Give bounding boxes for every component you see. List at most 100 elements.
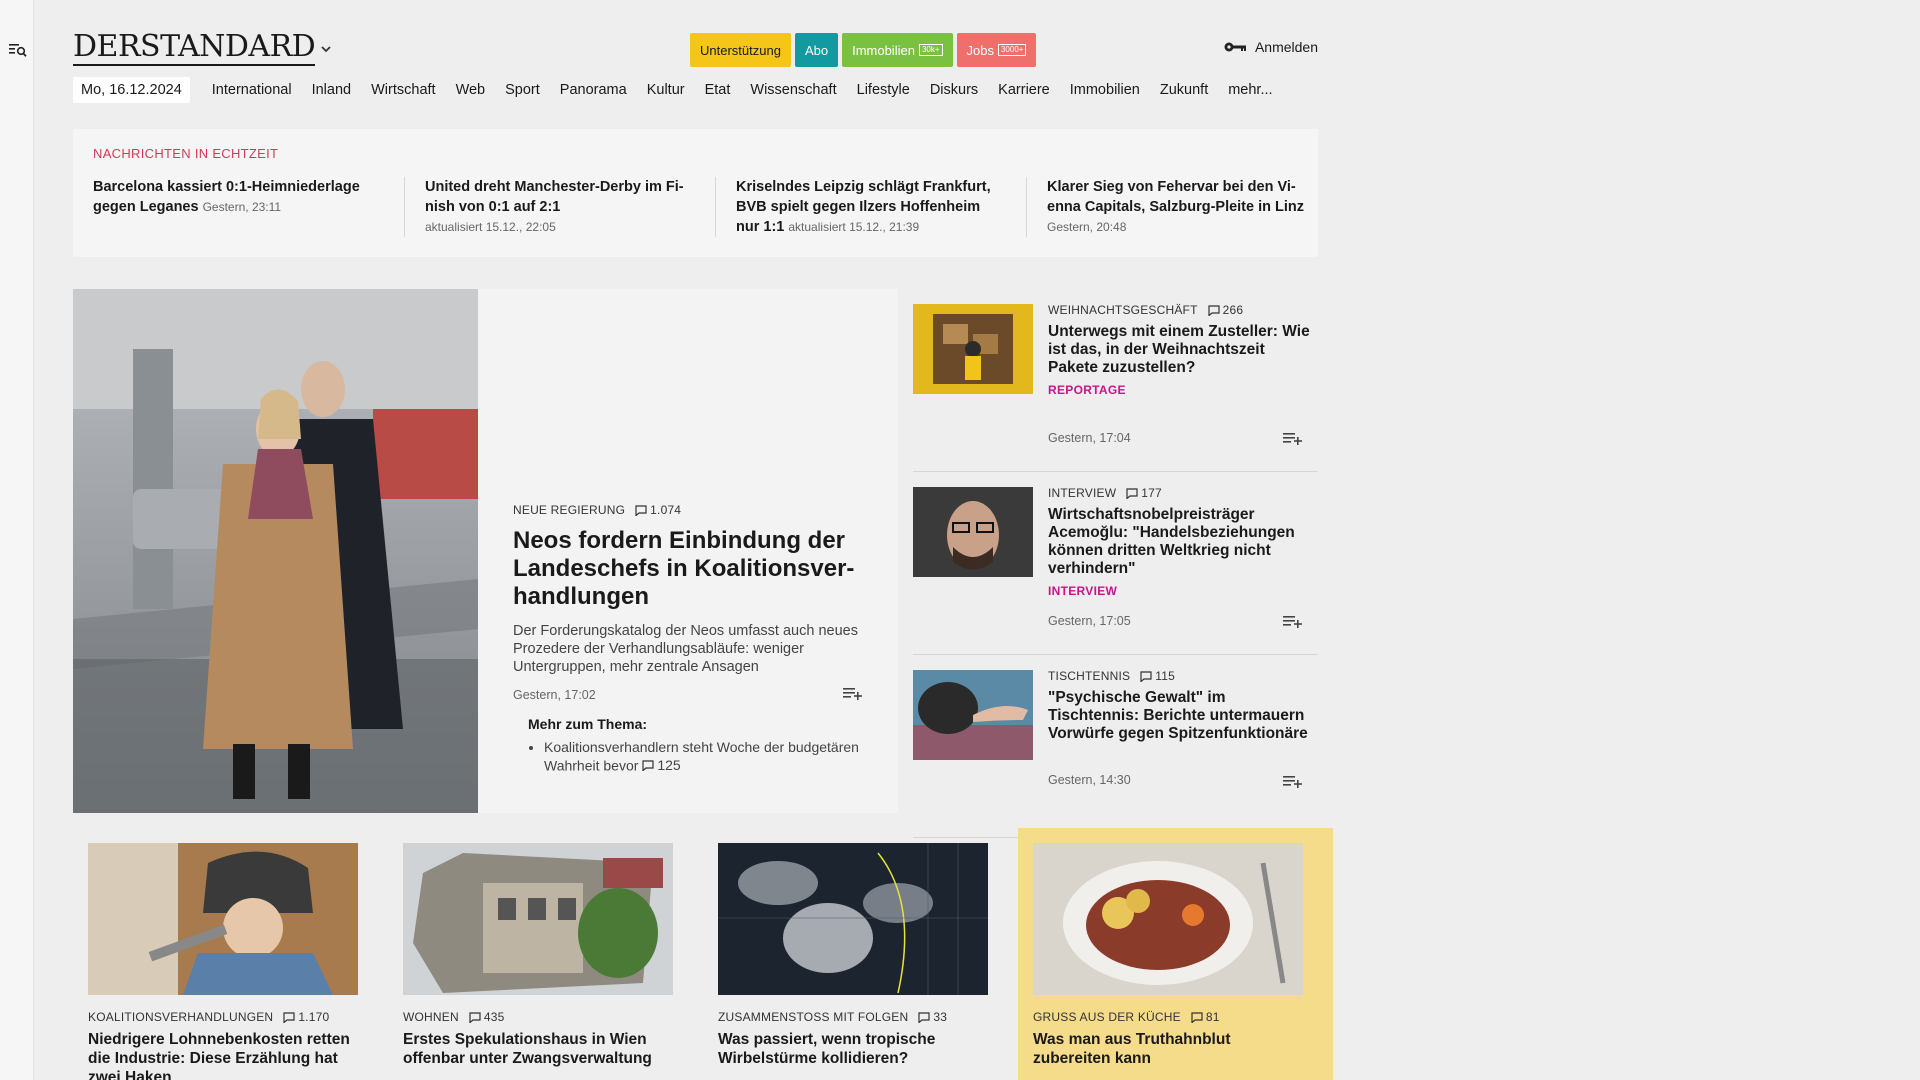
nav-item-more[interactable]: mehr...: [1218, 77, 1282, 103]
comment-count[interactable]: 81: [1191, 1010, 1220, 1024]
live-ticker: NACHRICHTEN IN ECHTZEIT Barcelona kassie…: [73, 129, 1318, 257]
card-section: GRUSS AUS DER KÜCHE: [1033, 1010, 1181, 1024]
ticker-item[interactable]: Barcelona kassiert 0:1-Heimnieder­lage g…: [93, 177, 404, 237]
story-title[interactable]: Wirtschaftsnobelpreisträger Acemoğlu: "H…: [1048, 506, 1313, 578]
immobilien-label: Immobilien: [852, 42, 915, 58]
header-pills: Unterstützung Abo Immobilien 30k+ Jobs 300…: [690, 33, 1037, 67]
lead-kicker: NEUE REGIERUNG 1.074: [513, 503, 883, 517]
story-card-highlighted[interactable]: GRUSS AUS DER KÜCHE 81 Was man aus Trutha…: [1018, 828, 1333, 1080]
comment-count-value: 266: [1222, 303, 1244, 317]
story-timestamp: Gestern, 14:30: [1048, 773, 1131, 787]
site-logo[interactable]: DERSTANDARD: [73, 31, 316, 66]
ticker-label: NACHRICHTEN IN ECHTZEIT: [93, 146, 279, 161]
story-timestamp: Gestern, 17:04: [1048, 431, 1131, 445]
comment-count-value: 33: [933, 1010, 948, 1024]
ticker-time: Gestern, 23:11: [202, 200, 282, 214]
add-to-list-icon[interactable]: [1283, 432, 1303, 446]
comment-count[interactable]: 1.170: [283, 1010, 329, 1024]
comment-icon: [642, 759, 654, 771]
left-rail: [0, 0, 34, 1080]
card-image[interactable]: [88, 843, 358, 995]
add-to-list-icon[interactable]: [1283, 775, 1303, 789]
nav-item-kultur[interactable]: Kultur: [637, 77, 695, 103]
card-title[interactable]: Was passiert, wenn tropische Wirbelstürm…: [718, 1030, 988, 1068]
abo-button[interactable]: Abo: [794, 33, 839, 67]
ticker-item[interactable]: Klarer Sieg von Fehervar bei den Vi­enna…: [1026, 177, 1337, 237]
nav-item-lifestyle[interactable]: Lifestyle: [847, 77, 920, 103]
nav-item-zukunft[interactable]: Zukunft: [1150, 77, 1218, 103]
nav-item-wirtschaft[interactable]: Wirtschaft: [361, 77, 445, 103]
comment-count[interactable]: 33: [918, 1010, 947, 1024]
card-image[interactable]: [403, 843, 673, 995]
story-thumbnail[interactable]: [913, 670, 1033, 760]
story-thumbnail[interactable]: [913, 487, 1033, 577]
side-story[interactable]: INTERVIEW 177 Wirtschaftsnobelpreisträger…: [913, 472, 1318, 655]
card-image[interactable]: [1033, 843, 1303, 995]
comment-count-value: 435: [483, 1010, 505, 1024]
comment-count[interactable]: 125: [642, 756, 681, 774]
card-title[interactable]: Erstes Spekulationshaus in Wien offenbar…: [403, 1030, 673, 1068]
card-image[interactable]: [718, 843, 988, 995]
comment-icon: [918, 1011, 930, 1023]
comment-icon: [1208, 304, 1220, 316]
menu-search-icon[interactable]: [9, 42, 27, 58]
comment-count-value: 81: [1205, 1010, 1220, 1024]
more-topic-list: Koalitionsverhandlern steht Woche der bu…: [544, 738, 883, 775]
nav-item-web[interactable]: Web: [446, 77, 496, 103]
ticker-item[interactable]: Kriselndes Leipzig schlägt Frankfurt, BV…: [715, 177, 1026, 237]
nav-item-international[interactable]: International: [202, 77, 302, 103]
story-card[interactable]: WOHNEN 435 Erstes Spekulationshaus in Wie…: [388, 828, 703, 1080]
nav-item-sport[interactable]: Sport: [495, 77, 550, 103]
lead-story[interactable]: NEUE REGIERUNG 1.074 Neos fordern Einbin…: [73, 289, 898, 813]
story-thumbnail[interactable]: [913, 304, 1033, 394]
nav-item-wissenschaft[interactable]: Wissenschaft: [740, 77, 846, 103]
add-to-list-icon[interactable]: [843, 687, 863, 701]
current-date: Mo, 16.12.2024: [73, 77, 190, 103]
story-kicker: TISCHTENNIS 115: [1048, 669, 1313, 683]
card-title[interactable]: Niedrigere Lohnnebenkosten retten die In…: [88, 1030, 358, 1080]
story-kicker: INTERVIEW 177: [1048, 486, 1313, 500]
story-card[interactable]: KOALITIONSVERHANDLUNGEN 1.170 Niedrigere …: [73, 828, 388, 1080]
more-topic-heading: Mehr zum Thema:: [528, 716, 648, 732]
lead-timestamp: Gestern, 17:02: [513, 688, 596, 702]
side-story[interactable]: WEIHNACHTSGESCHÄFT 266 Unterwegs mit eine…: [913, 289, 1318, 472]
story-thumbnail-illustration: [913, 670, 1033, 760]
ticker-item[interactable]: United dreht Manchester-Derby im Fi­nish…: [404, 177, 715, 237]
nav-item-karriere[interactable]: Karriere: [988, 77, 1060, 103]
card-image-illustration: [718, 843, 988, 995]
comment-count[interactable]: 115: [1140, 669, 1175, 683]
chevron-down-icon[interactable]: [318, 42, 334, 56]
nav-item-inland[interactable]: Inland: [302, 77, 362, 103]
immobilien-button[interactable]: Immobilien 30k+: [842, 33, 953, 67]
support-label: Unterstützung: [700, 42, 781, 58]
more-topic-item[interactable]: Koalitionsverhandlern steht Woche der bu…: [544, 738, 883, 775]
comment-count[interactable]: 1.074: [635, 503, 681, 517]
comment-count[interactable]: 177: [1126, 486, 1162, 500]
card-title[interactable]: Was man aus Truthahnblut zubereiten kann: [1033, 1030, 1303, 1068]
story-timestamp: Gestern, 17:05: [1048, 614, 1131, 628]
card-section: KOALITIONSVERHANDLUNGEN: [88, 1010, 274, 1024]
ticker-time: aktualisiert 15.12., 22:05: [425, 220, 556, 234]
nav-item-etat[interactable]: Etat: [695, 77, 741, 103]
jobs-button[interactable]: Jobs 3000+: [956, 33, 1037, 67]
card-image-illustration: [88, 843, 358, 995]
story-genre: REPORTAGE: [1048, 383, 1126, 397]
login-button[interactable]: Anmelden: [1223, 39, 1318, 55]
nav-item-diskurs[interactable]: Diskurs: [920, 77, 988, 103]
story-section: WEIHNACHTSGESCHÄFT: [1048, 303, 1198, 317]
story-section: INTERVIEW: [1048, 486, 1117, 500]
comment-count[interactable]: 435: [469, 1010, 505, 1024]
comment-count[interactable]: 266: [1208, 303, 1244, 317]
story-title[interactable]: Unterwegs mit einem Zusteller: Wie ist d…: [1048, 323, 1313, 377]
jobs-label: Jobs: [966, 42, 994, 58]
add-to-list-icon[interactable]: [1283, 615, 1303, 629]
side-story[interactable]: TISCHTENNIS 115 "Psychische Gewalt" im Ti…: [913, 655, 1318, 838]
lead-photo[interactable]: [73, 289, 478, 813]
nav-item-panorama[interactable]: Panorama: [550, 77, 637, 103]
story-card[interactable]: ZUSAMMENSTOSS MIT FOLGEN 33 Was passiert,…: [703, 828, 1018, 1080]
support-button[interactable]: Unterstützung: [690, 33, 791, 67]
story-title[interactable]: "Psychische Gewalt" im Tischtennis: Beri…: [1048, 689, 1313, 743]
nav-item-immobilien[interactable]: Immobilien: [1060, 77, 1150, 103]
lead-title[interactable]: Neos fordern Einbindung der Landeschefs …: [513, 527, 883, 611]
abo-label: Abo: [804, 42, 829, 58]
